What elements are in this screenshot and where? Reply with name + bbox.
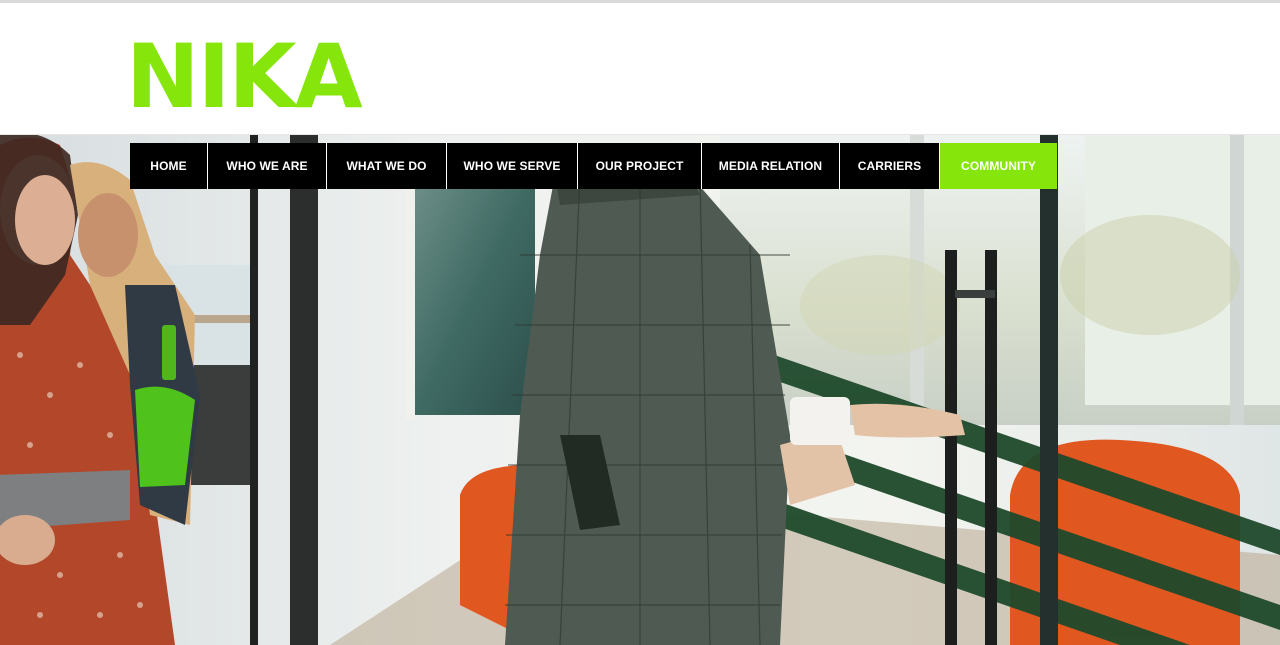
- nav-item-who-we-are[interactable]: WHO WE ARE: [208, 143, 326, 189]
- hero-image: [0, 135, 1280, 645]
- nav-item-community[interactable]: COMMUNITY: [940, 143, 1057, 189]
- nav-item-what-we-do[interactable]: WHAT WE DO: [327, 143, 446, 189]
- nav-item-carriers[interactable]: CARRIERS: [840, 143, 939, 189]
- site-logo[interactable]: NIKA: [126, 29, 363, 125]
- nav-item-home[interactable]: HOME: [130, 143, 207, 189]
- main-nav: HOME WHO WE ARE WHAT WE DO WHO WE SERVE …: [130, 143, 1057, 189]
- nav-item-media-relation[interactable]: MEDIA RELATION: [702, 143, 839, 189]
- nav-item-our-project[interactable]: OUR PROJECT: [578, 143, 701, 189]
- site-header: NIKA: [0, 3, 1280, 135]
- nav-item-who-we-serve[interactable]: WHO WE SERVE: [447, 143, 577, 189]
